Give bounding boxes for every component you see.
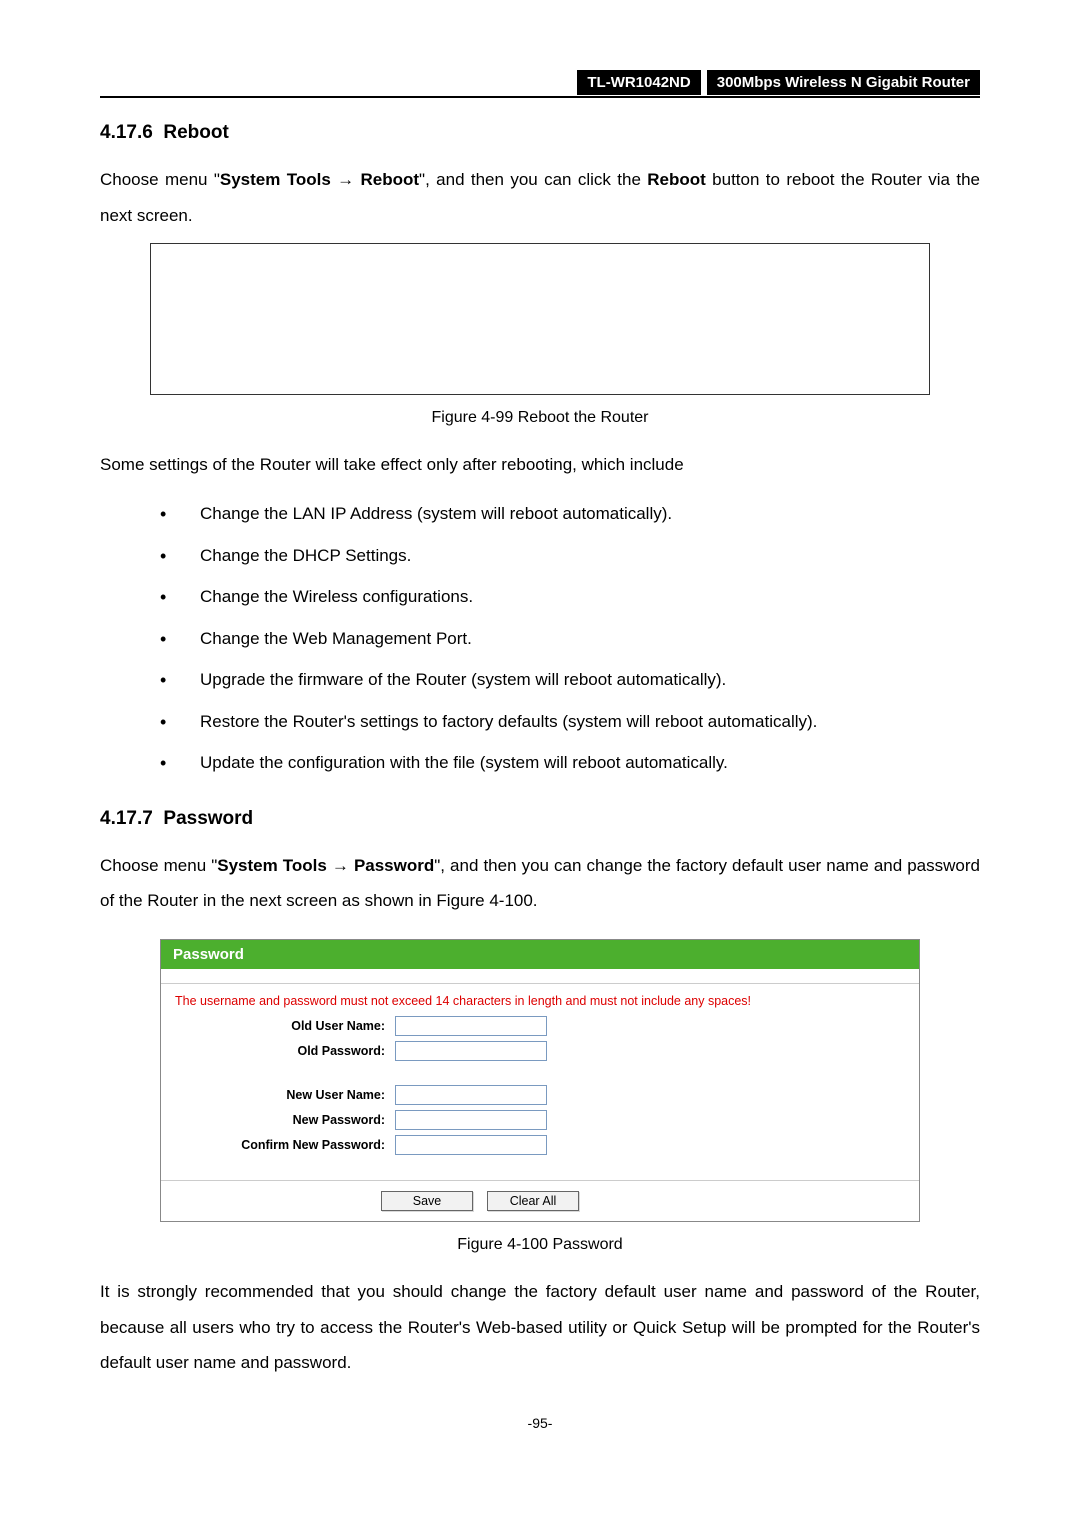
list-item: Change the LAN IP Address (system will r… — [160, 493, 980, 535]
panel-divider — [161, 969, 919, 984]
arrow-icon: → — [331, 170, 361, 189]
section-heading-reboot: 4.17.6 Reboot — [100, 122, 980, 144]
section-num: 4.17.7 — [100, 808, 153, 829]
list-item: Change the DHCP Settings. — [160, 535, 980, 577]
document-header: TL-WR1042ND 300Mbps Wireless N Gigabit R… — [100, 70, 980, 98]
reboot-bullets: Change the LAN IP Address (system will r… — [100, 493, 980, 784]
list-item: Change the Web Management Port. — [160, 618, 980, 660]
figure-reboot-placeholder — [150, 243, 930, 395]
section-title: Password — [163, 808, 253, 829]
menu-system-tools: System Tools — [217, 856, 327, 875]
section-title: Reboot — [163, 122, 228, 143]
old-password-input[interactable] — [395, 1041, 547, 1061]
new-password-label: New Password: — [175, 1113, 395, 1127]
reboot-intro: Choose menu "System Tools → Reboot", and… — [100, 162, 980, 233]
new-username-input[interactable] — [395, 1085, 547, 1105]
section-num: 4.17.6 — [100, 122, 153, 143]
menu-password: Password — [354, 856, 434, 875]
list-item: Upgrade the firmware of the Router (syst… — [160, 659, 980, 701]
list-item: Restore the Router's settings to factory… — [160, 701, 980, 743]
new-password-input[interactable] — [395, 1110, 547, 1130]
product-label: 300Mbps Wireless N Gigabit Router — [707, 70, 980, 95]
figure-caption-reboot: Figure 4-99 Reboot the Router — [100, 409, 980, 427]
old-username-input[interactable] — [395, 1016, 547, 1036]
menu-system-tools: System Tools — [220, 170, 331, 189]
old-password-label: Old Password: — [175, 1044, 395, 1058]
section-heading-password: 4.17.7 Password — [100, 808, 980, 830]
warning-text: The username and password must not excee… — [175, 994, 905, 1008]
figure-caption-password: Figure 4-100 Password — [100, 1236, 980, 1254]
confirm-password-label: Confirm New Password: — [175, 1138, 395, 1152]
old-username-label: Old User Name: — [175, 1019, 395, 1033]
list-item: Change the Wireless configurations. — [160, 576, 980, 618]
confirm-password-input[interactable] — [395, 1135, 547, 1155]
reboot-lead: Some settings of the Router will take ef… — [100, 447, 980, 483]
clear-all-button[interactable]: Clear All — [487, 1191, 579, 1211]
password-tail: It is strongly recommended that you shou… — [100, 1274, 980, 1381]
panel-title: Password — [161, 940, 919, 969]
arrow-icon: → — [327, 856, 354, 875]
model-label: TL-WR1042ND — [577, 70, 700, 95]
password-screenshot: Password The username and password must … — [160, 939, 920, 1222]
menu-reboot: Reboot — [361, 170, 420, 189]
list-item: Update the configuration with the file (… — [160, 742, 980, 784]
new-username-label: New User Name: — [175, 1088, 395, 1102]
reboot-button-label: Reboot — [647, 170, 706, 189]
page-number: -95- — [100, 1415, 980, 1431]
save-button[interactable]: Save — [381, 1191, 473, 1211]
password-intro: Choose menu "System Tools → Password", a… — [100, 848, 980, 919]
